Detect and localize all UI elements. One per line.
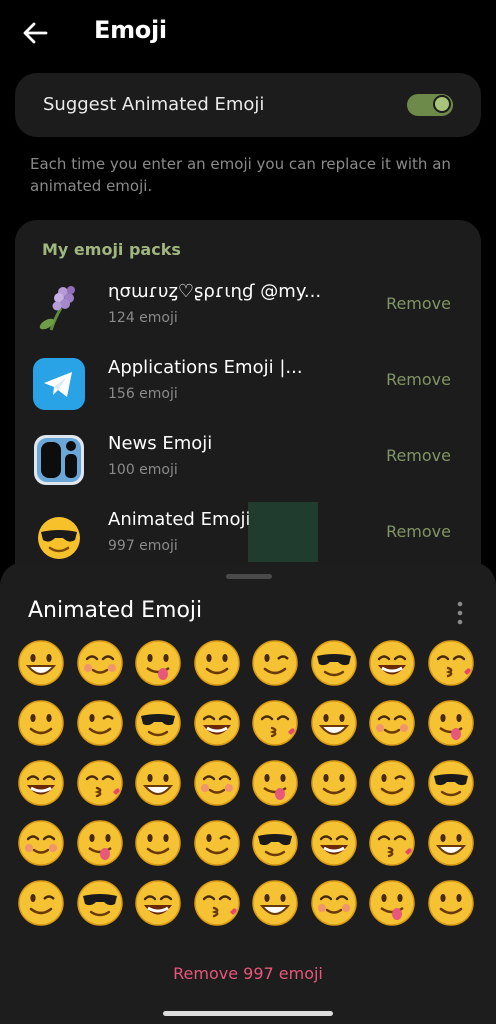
animated-emoji-icon[interactable] bbox=[426, 878, 476, 928]
animated-emoji-icon[interactable] bbox=[192, 758, 242, 808]
animated-emoji-icon[interactable] bbox=[192, 818, 242, 868]
animated-emoji-icon[interactable] bbox=[426, 818, 476, 868]
packs-header: My emoji packs bbox=[42, 240, 181, 259]
page-title: Emoji bbox=[94, 16, 167, 44]
sheet-grabber[interactable] bbox=[226, 574, 272, 579]
animated-emoji-icon[interactable] bbox=[133, 818, 183, 868]
back-arrow-icon[interactable] bbox=[20, 18, 50, 48]
animated-emoji-icon[interactable] bbox=[133, 698, 183, 748]
lilac-flower-icon bbox=[39, 286, 75, 331]
animated-emoji-icon[interactable] bbox=[426, 698, 476, 748]
animated-emoji-icon[interactable] bbox=[367, 878, 417, 928]
pack-row[interactable]: ɳσɯɾυȥ♡ʂρɾιɳɠ @my... 124 emoji Remove bbox=[15, 272, 481, 346]
gesture-nav-bar bbox=[0, 1002, 496, 1024]
animated-emoji-icon[interactable] bbox=[309, 758, 359, 808]
animated-emoji-icon[interactable] bbox=[75, 638, 125, 688]
animated-emoji-icon[interactable] bbox=[75, 818, 125, 868]
remove-pack-button[interactable]: Remove bbox=[386, 370, 451, 389]
animated-emoji-icon[interactable] bbox=[250, 638, 300, 688]
remove-pack-button[interactable]: Remove bbox=[386, 446, 451, 465]
animated-emoji-icon[interactable] bbox=[250, 818, 300, 868]
sheet-title: Animated Emoji bbox=[28, 598, 203, 623]
suggest-animated-toggle[interactable] bbox=[407, 94, 453, 116]
animated-emoji-icon[interactable] bbox=[16, 698, 66, 748]
pack-name: ɳσɯɾυȥ♡ʂρɾιɳɠ @my... bbox=[108, 281, 322, 302]
emoji-pack-sheet: Animated Emoji Remove 997 emoji bbox=[0, 562, 496, 1002]
animated-emoji-icon[interactable] bbox=[75, 758, 125, 808]
animated-emoji-icon[interactable] bbox=[192, 638, 242, 688]
animated-emoji-icon[interactable] bbox=[192, 878, 242, 928]
animated-emoji-icon[interactable] bbox=[367, 818, 417, 868]
remove-pack-button[interactable]: Remove bbox=[386, 294, 451, 313]
more-options-icon[interactable] bbox=[452, 600, 468, 626]
pack-row[interactable]: Applications Emoji |... 156 emoji Remove bbox=[15, 348, 481, 422]
animated-emoji-icon[interactable] bbox=[75, 698, 125, 748]
pack-name: Applications Emoji |... bbox=[108, 357, 303, 378]
remove-pack-button[interactable]: Remove bbox=[386, 522, 451, 541]
animated-emoji-icon[interactable] bbox=[192, 698, 242, 748]
animated-emoji-icon[interactable] bbox=[250, 758, 300, 808]
news-emoji-icon bbox=[34, 435, 84, 485]
animated-emoji-icon[interactable] bbox=[309, 698, 359, 748]
animated-emoji-icon[interactable] bbox=[309, 638, 359, 688]
pack-count: 156 emoji bbox=[108, 386, 178, 402]
animated-emoji-icon[interactable] bbox=[426, 638, 476, 688]
animated-emoji-icon[interactable] bbox=[367, 698, 417, 748]
telegram-icon bbox=[33, 358, 85, 410]
animated-emoji-icon[interactable] bbox=[16, 818, 66, 868]
animated-emoji-icon[interactable] bbox=[75, 878, 125, 928]
animated-emoji-icon[interactable] bbox=[309, 818, 359, 868]
pack-name: News Emoji bbox=[108, 433, 213, 454]
sunglasses-face-icon bbox=[38, 517, 80, 559]
animated-emoji-icon[interactable] bbox=[16, 758, 66, 808]
pack-row[interactable]: News Emoji 100 emoji Remove bbox=[15, 424, 481, 498]
suggest-animated-label: Suggest Animated Emoji bbox=[43, 94, 265, 115]
animated-emoji-icon[interactable] bbox=[367, 758, 417, 808]
toggle-knob bbox=[433, 95, 451, 113]
animated-emoji-icon[interactable] bbox=[16, 638, 66, 688]
animated-emoji-icon[interactable] bbox=[250, 878, 300, 928]
animated-emoji-icon[interactable] bbox=[16, 878, 66, 928]
pack-count: 100 emoji bbox=[108, 462, 178, 478]
animated-emoji-icon[interactable] bbox=[309, 878, 359, 928]
animated-emoji-icon[interactable] bbox=[133, 758, 183, 808]
top-app-bar: Emoji bbox=[0, 0, 496, 64]
pack-count: 124 emoji bbox=[108, 310, 178, 326]
animated-emoji-icon[interactable] bbox=[367, 638, 417, 688]
animated-emoji-icon[interactable] bbox=[133, 638, 183, 688]
pack-name: Animated Emoji bbox=[108, 509, 251, 530]
help-text: Each time you enter an emoji you can rep… bbox=[30, 155, 451, 195]
animated-emoji-icon[interactable] bbox=[250, 698, 300, 748]
pack-count: 997 emoji bbox=[108, 538, 178, 554]
home-indicator[interactable] bbox=[163, 1011, 333, 1016]
animated-emoji-icon[interactable] bbox=[426, 758, 476, 808]
remove-all-button[interactable]: Remove 997 emoji bbox=[0, 964, 496, 983]
animated-emoji-icon[interactable] bbox=[133, 878, 183, 928]
